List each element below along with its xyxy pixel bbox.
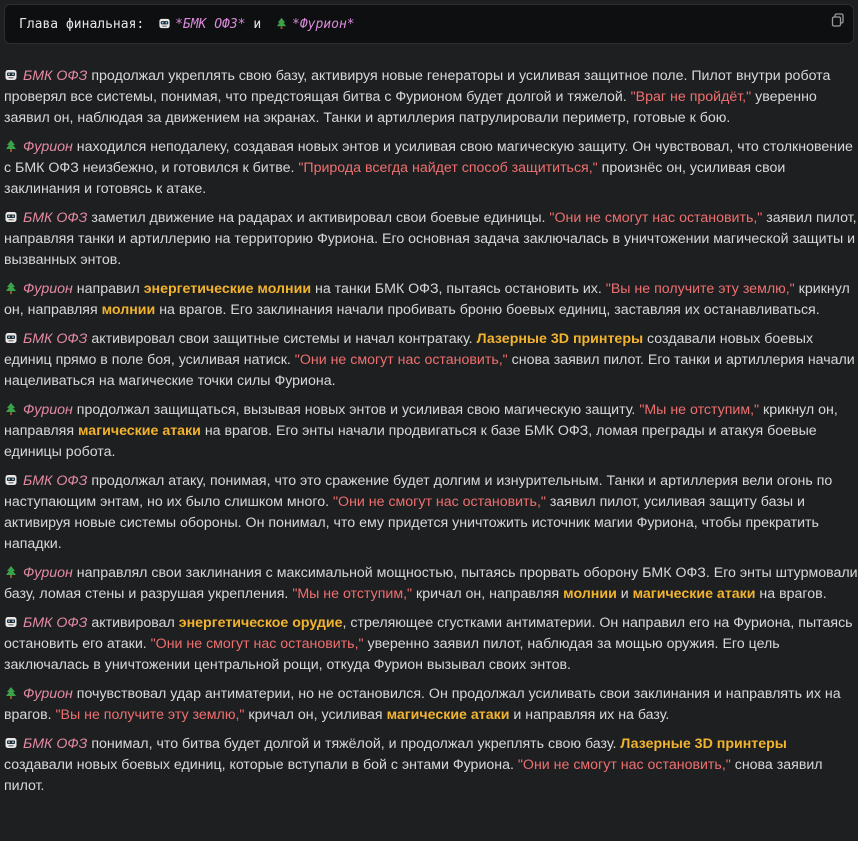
story-paragraph: БМК ОФЗ заметил движение на радарах и ак… (4, 208, 858, 271)
quote-text: "Они не смогут нас остановить," (517, 757, 731, 773)
story-paragraph: Фурион почувствовал удар антиматерии, но… (4, 684, 858, 726)
character-name: Фурион (23, 402, 73, 418)
robot-face-icon (5, 475, 17, 485)
quote-text: "Мы не отступим," (639, 402, 760, 418)
robot-face-icon (5, 212, 17, 222)
story-paragraph: БМК ОФЗ продолжал укреплять свою базу, а… (4, 66, 858, 129)
character-name: Фурион (23, 565, 73, 581)
character-name: Фурион (23, 281, 73, 297)
highlight-text: магические атаки (78, 423, 201, 439)
robot-face-icon (5, 738, 17, 748)
highlight-text: Лазерные 3D принтеры (620, 736, 787, 752)
highlight-text: энергетическое орудие (178, 615, 343, 631)
evergreen-tree-icon (276, 17, 287, 30)
paragraph-text: заметил движение на радарах и активирова… (87, 210, 550, 226)
paragraph-text: создавали новых боевых единиц, которые в… (4, 757, 518, 773)
quote-text: "Они не смогут нас остановить," (150, 636, 364, 652)
story-paragraph: БМК ОФЗ понимал, что битва будет долгой … (4, 734, 858, 797)
evergreen-tree-icon (6, 140, 16, 152)
highlight-text: молнии (101, 302, 156, 318)
paragraph-text: кричал он, направляя (412, 586, 564, 602)
paragraph-text: и (616, 586, 633, 602)
quote-text: "Вы не получите эту землю," (605, 281, 795, 297)
character-name: БМК ОФЗ (23, 68, 88, 84)
story-paragraph: БМК ОФЗ активировал свои защитные систем… (4, 329, 858, 392)
quote-text: "Мы не отступим," (292, 586, 413, 602)
quote-text: "Природа всегда найдет способ защититься… (298, 160, 598, 176)
robot-face-icon (5, 333, 17, 343)
story-paragraph: Фурион продолжал защищаться, вызывая нов… (4, 400, 858, 463)
paragraph-text: на врагов. Его заклинания начали пробива… (155, 302, 820, 318)
story-paragraph: Фурион направлял свои заклинания с макси… (4, 563, 858, 605)
copy-icon[interactable] (831, 13, 845, 27)
evergreen-tree-icon (6, 687, 16, 699)
paragraph-text: направил (72, 281, 144, 297)
quote-text: "Они не смогут нас остановить," (333, 494, 546, 510)
highlight-text: Лазерные 3D принтеры (476, 331, 644, 347)
quote-text: "Они не смогут нас остановить," (294, 352, 508, 368)
robot-face-icon (5, 70, 17, 80)
story-paragraph: БМК ОФЗ продолжал атаку, понимая, что эт… (4, 471, 858, 555)
quote-text: "Они не смогут нас остановить," (549, 210, 763, 226)
highlight-text: молнии (563, 586, 617, 602)
character-name: БМК ОФЗ (23, 210, 88, 226)
story-paragraph: Фурион находился неподалеку, создавая но… (4, 137, 858, 200)
paragraph-text: на танки БМК ОФЗ, пытаясь остановить их. (311, 281, 606, 297)
evergreen-tree-icon (6, 403, 16, 415)
quote-text: "Вы не получите эту землю," (55, 707, 245, 723)
robot-face-icon (159, 18, 170, 29)
story-paragraph: БМК ОФЗ активировал энергетическое оруди… (4, 613, 858, 676)
header-furion: *Фурион* (292, 17, 355, 32)
paragraph-text: продолжал защищаться, вызывая новых энто… (72, 402, 640, 418)
paragraph-text: на врагов. (755, 586, 827, 602)
character-name: БМК ОФЗ (23, 736, 88, 752)
chapter-header: Глава финальная: *БМК ОФЗ* и *Фурион* (19, 15, 355, 35)
story-content: БМК ОФЗ продолжал укреплять свою базу, а… (4, 66, 858, 805)
highlight-text: магические атаки (632, 586, 756, 602)
evergreen-tree-icon (6, 566, 16, 578)
story-paragraph: Фурион направил энергетические молнии на… (4, 279, 858, 321)
paragraph-text: и направляя их на базу. (509, 707, 670, 723)
paragraph-text: понимал, что битва будет долгой и тяжёло… (87, 736, 621, 752)
character-name: Фурион (23, 686, 73, 702)
paragraph-text: кричал он, усиливая (244, 707, 387, 723)
evergreen-tree-icon (6, 282, 16, 294)
header-prefix: Глава финальная: (19, 17, 145, 32)
character-name: БМК ОФЗ (23, 331, 88, 347)
character-name: Фурион (23, 139, 73, 155)
character-name: БМК ОФЗ (23, 615, 88, 631)
header-and: и (253, 17, 262, 32)
paragraph-text: активировал свои защитные системы и нача… (87, 331, 477, 347)
character-name: БМК ОФЗ (23, 473, 88, 489)
code-block: Глава финальная: *БМК ОФЗ* и *Фурион* (4, 4, 854, 44)
highlight-text: магические атаки (386, 707, 510, 723)
highlight-text: энергетические молнии (143, 281, 312, 297)
robot-face-icon (5, 617, 17, 627)
quote-text: "Враг не пройдёт," (630, 89, 752, 105)
paragraph-text: активировал (87, 615, 179, 631)
header-bmk: *БМК ОФЗ* (175, 17, 246, 32)
